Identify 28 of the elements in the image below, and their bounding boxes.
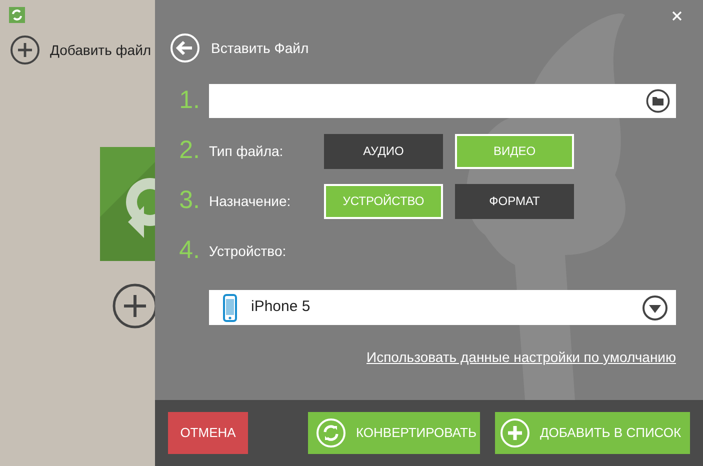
dialog-title: Вставить Файл bbox=[211, 38, 309, 58]
add-icon[interactable] bbox=[112, 283, 158, 329]
app-logo-icon bbox=[9, 7, 25, 23]
add-to-list-button[interactable]: ДОБАВИТЬ В СПИСОК bbox=[495, 412, 690, 454]
refresh-icon bbox=[316, 418, 346, 448]
step-label: Устройство: bbox=[209, 242, 288, 261]
close-icon[interactable] bbox=[672, 11, 682, 21]
device-select[interactable]: iPhone 5 bbox=[209, 290, 676, 325]
option-toggle[interactable]: АУДИО bbox=[324, 134, 443, 168]
file-path-field[interactable] bbox=[209, 84, 676, 118]
defaults-link[interactable]: Использовать данные настройки по умолчанию bbox=[366, 347, 676, 368]
convert-button[interactable]: КОНВЕРТИРОВАТЬ bbox=[308, 412, 480, 454]
phone-icon bbox=[223, 294, 237, 322]
device-value: iPhone 5 bbox=[251, 297, 312, 318]
add-file-label[interactable]: Добавить файл bbox=[50, 40, 152, 60]
step-number: 4. bbox=[178, 235, 201, 266]
option-toggle[interactable]: ФОРМАТ bbox=[455, 184, 574, 218]
step-number: 3. bbox=[178, 185, 201, 216]
back-icon[interactable] bbox=[170, 33, 200, 63]
add-icon[interactable] bbox=[10, 35, 40, 65]
step-label: Назначение: bbox=[209, 192, 292, 210]
step-label: Тип файла: bbox=[209, 142, 284, 161]
step-number: 1. bbox=[178, 85, 201, 116]
dropdown-icon[interactable] bbox=[642, 294, 668, 320]
folder-icon[interactable] bbox=[646, 89, 670, 113]
step-number: 2. bbox=[178, 135, 201, 166]
plus-icon bbox=[500, 418, 530, 448]
cancel-button[interactable]: ОТМЕНА bbox=[168, 412, 248, 454]
